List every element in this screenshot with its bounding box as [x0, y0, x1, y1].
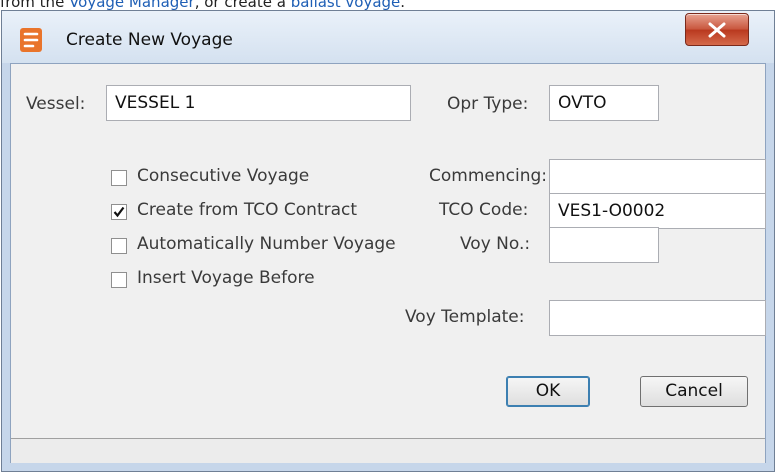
vessel-label: Vessel: [26, 94, 86, 114]
auto-number-voyage-checkbox[interactable] [111, 238, 127, 254]
close-button[interactable] [685, 13, 749, 46]
checkmark-icon [113, 206, 125, 218]
dialog-title: Create New Voyage [66, 30, 233, 50]
create-from-tco-checkbox[interactable] [111, 204, 127, 220]
auto-number-voyage-label: Automatically Number Voyage [137, 234, 396, 254]
cancel-button[interactable]: Cancel [640, 376, 748, 407]
voy-template-label: Voy Template: [405, 307, 525, 327]
close-x-icon [708, 22, 726, 38]
ok-button[interactable]: OK [506, 376, 590, 407]
voy-no-label: Voy No.: [460, 234, 531, 254]
dialog-titlebar[interactable]: Create New Voyage [2, 11, 774, 63]
insert-voyage-before-checkbox[interactable] [111, 272, 127, 288]
commencing-field[interactable] [549, 159, 766, 195]
vessel-field[interactable]: VESSEL 1 [106, 85, 411, 121]
insert-voyage-before-label: Insert Voyage Before [137, 268, 315, 288]
create-new-voyage-dialog: Create New Voyage Vessel: VESSEL 1 Opr T… [1, 10, 775, 472]
voy-no-field[interactable] [549, 227, 659, 263]
tco-code-field[interactable]: VES1-O0002 [549, 193, 766, 229]
commencing-label: Commencing: [429, 166, 547, 186]
tco-code-label: TCO Code: [439, 200, 529, 220]
consecutive-voyage-label: Consecutive Voyage [137, 166, 310, 186]
consecutive-voyage-checkbox[interactable] [111, 170, 127, 186]
opr-type-label: Opr Type: [447, 94, 529, 114]
opr-type-field[interactable]: OVTO [549, 85, 659, 121]
voy-template-field[interactable] [549, 300, 766, 336]
dialog-body: Vessel: VESSEL 1 Opr Type: OVTO Consecut… [10, 63, 766, 463]
status-bar [11, 438, 765, 463]
create-from-tco-label: Create from TCO Contract [137, 200, 358, 220]
app-logo-icon [20, 28, 42, 52]
